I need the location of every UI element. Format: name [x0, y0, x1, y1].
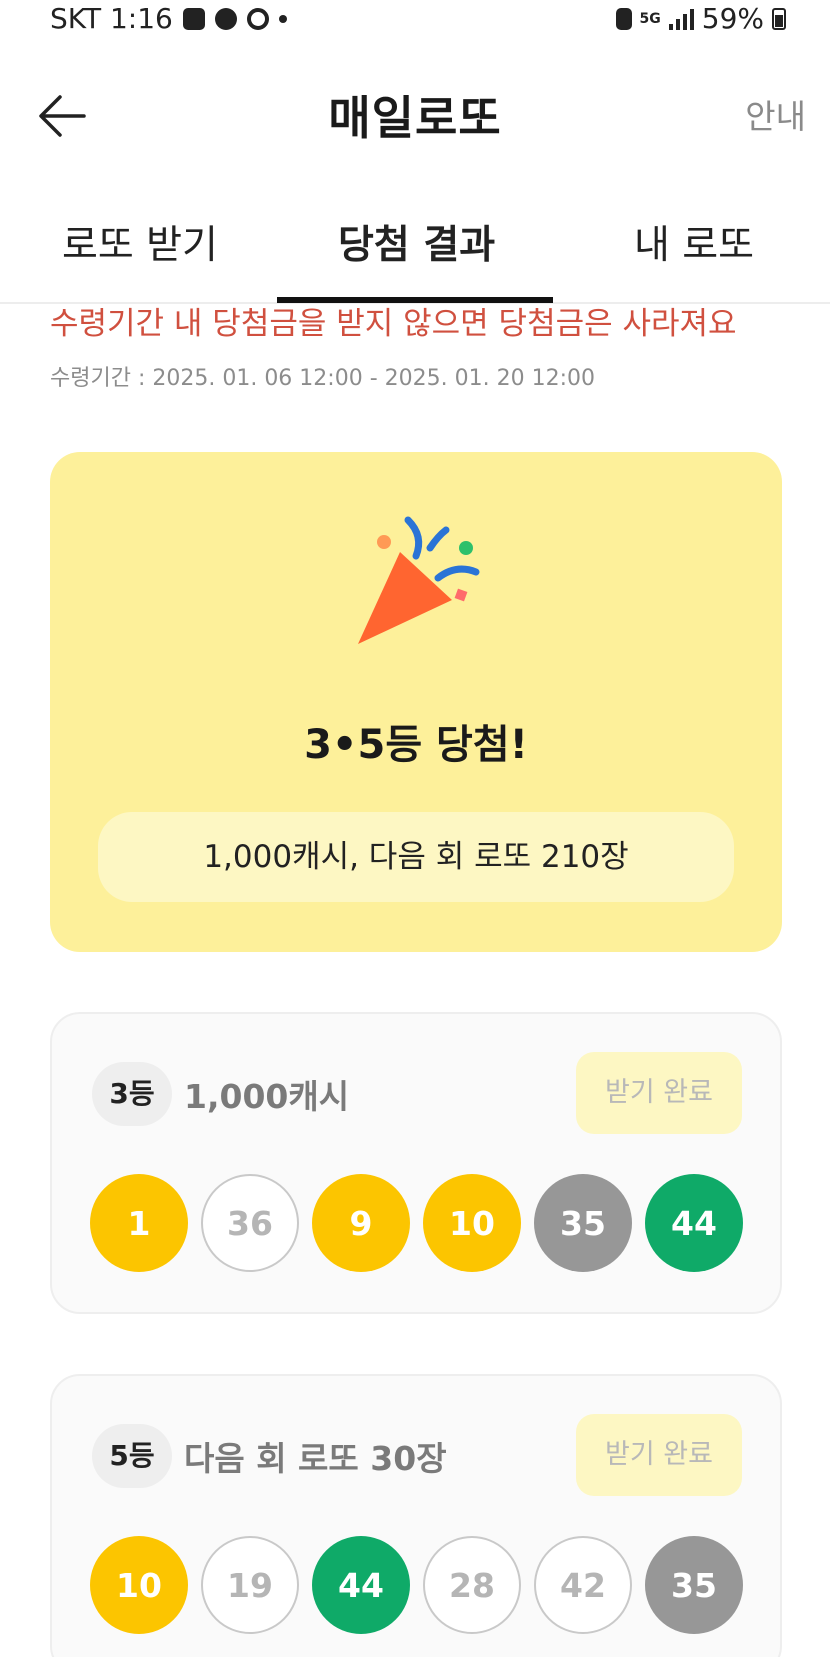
tab-my-lotto[interactable]: 내 로또 [634, 214, 754, 270]
signal-icon [668, 8, 694, 30]
rank-badge: 3등 [92, 1062, 172, 1126]
rank-badge: 5등 [92, 1424, 172, 1488]
page-title: 매일로또 [328, 91, 502, 145]
win-title: 3•5등 당첨! [304, 722, 528, 768]
lotto-ball: 35 [645, 1536, 743, 1634]
status-bar: SKT 1:16 5G 59% [0, 0, 830, 44]
prize-card-rank-3: 3등 1,000캐시 받기 완료 1 36 9 10 35 44 [50, 1012, 782, 1314]
battery-percent: 59% [701, 2, 764, 35]
claim-complete-button[interactable]: 받기 완료 [576, 1052, 742, 1134]
expiry-warning: 수령기간 내 당첨금을 받지 않으면 당첨금은 사라져요 [50, 306, 737, 342]
battery-saver-icon [615, 7, 632, 30]
app-header: 매일로또 안내 [0, 60, 830, 170]
lotto-ball: 44 [312, 1536, 410, 1634]
ring-notification-icon [246, 7, 269, 30]
chat-notification-icon [214, 7, 237, 30]
claim-period: 수령기간 : 2025. 01. 06 12:00 - 2025. 01. 20… [50, 366, 595, 391]
app-notification-icon [182, 7, 205, 30]
win-summary: 1,000캐시, 다음 회 로또 210장 [98, 812, 734, 902]
status-time: SKT 1:16 [50, 2, 173, 35]
lotto-number-row: 10 19 44 28 42 35 [90, 1536, 743, 1634]
more-notifications-icon [278, 14, 287, 23]
lotto-ball: 44 [645, 1174, 743, 1272]
lotto-ball: 19 [201, 1536, 299, 1634]
status-bar-right: 5G 59% [615, 2, 786, 35]
prize-card-rank-5: 5등 다음 회 로또 30장 받기 완료 10 19 44 28 42 35 [50, 1374, 782, 1657]
tab-results[interactable]: 당첨 결과 [338, 214, 495, 270]
prize-label: 다음 회 로또 30장 [184, 1439, 447, 1478]
battery-icon [772, 7, 786, 30]
lotto-ball: 1 [90, 1174, 188, 1272]
status-bar-left: SKT 1:16 [50, 2, 287, 35]
lotto-ball: 10 [423, 1174, 521, 1272]
lotto-ball: 28 [423, 1536, 521, 1634]
lotto-number-row: 1 36 9 10 35 44 [90, 1174, 743, 1272]
claim-complete-button[interactable]: 받기 완료 [576, 1414, 742, 1496]
tab-get-lotto[interactable]: 로또 받기 [62, 214, 218, 270]
lotto-ball: 42 [534, 1536, 632, 1634]
network-type-icon: 5G [639, 10, 661, 27]
lotto-ball: 35 [534, 1174, 632, 1272]
lotto-ball: 10 [90, 1536, 188, 1634]
lotto-ball: 9 [312, 1174, 410, 1272]
party-popper-icon [358, 516, 480, 644]
prize-label: 1,000캐시 [184, 1077, 350, 1116]
info-link[interactable]: 안내 [745, 90, 806, 138]
tab-bar: 로또 받기 당첨 결과 내 로또 [0, 200, 830, 304]
win-summary-card: 3•5등 당첨! 1,000캐시, 다음 회 로또 210장 [50, 452, 782, 952]
lotto-ball: 36 [201, 1174, 299, 1272]
